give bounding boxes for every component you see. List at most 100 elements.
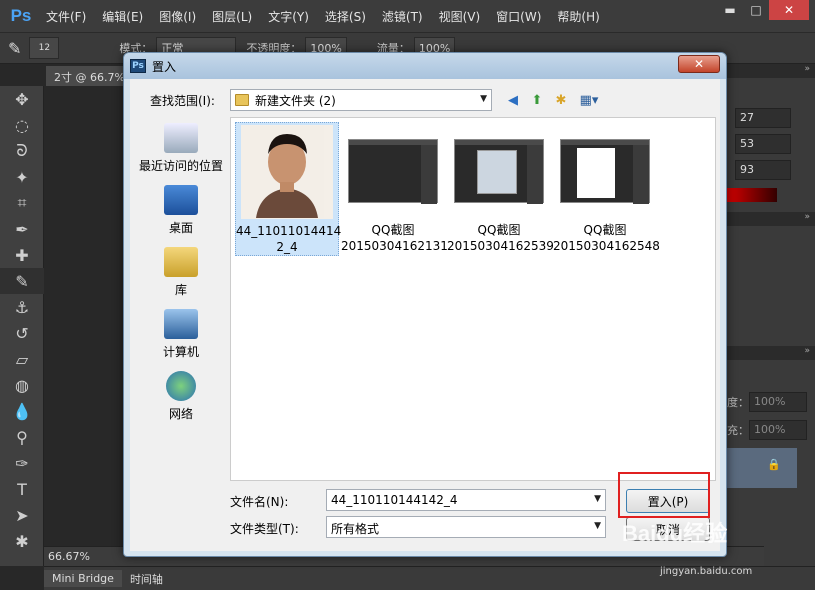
menu-help[interactable]: 帮助(H)	[549, 8, 607, 25]
tab-timeline[interactable]: 时间轴	[122, 569, 171, 589]
brush-tool-preset-icon[interactable]: ✎	[4, 37, 25, 59]
right-panels: » 27 53 93 » » 度： 100% 充： 100% 🔒	[724, 64, 815, 569]
layer-opacity-label: 度：	[727, 396, 749, 409]
place-desktop[interactable]: 桌面	[134, 185, 228, 236]
photoshop-logo: Ps	[10, 6, 32, 25]
filename-input[interactable]: 44_110110144142_4 ▼	[326, 489, 606, 511]
place-network[interactable]: 网络	[134, 371, 228, 422]
lasso-tool-icon[interactable]: ᘐ	[0, 138, 44, 164]
shape-tool-icon[interactable]: ✱	[0, 528, 44, 554]
panel-header: »	[725, 346, 815, 360]
menu-image[interactable]: 图像(I)	[151, 8, 204, 25]
filetype-select[interactable]: 所有格式 ▼	[326, 516, 606, 538]
place-libraries[interactable]: 库	[134, 247, 228, 298]
blur-tool-icon[interactable]: 💧	[0, 398, 44, 424]
color-ramp[interactable]	[725, 188, 777, 202]
file-name-line1: 44_11011014414	[236, 224, 342, 238]
move-tool-icon[interactable]: ✥	[0, 86, 44, 112]
path-selection-tool-icon[interactable]: ➤	[0, 502, 44, 528]
pen-tool-icon[interactable]: ✑	[0, 450, 44, 476]
file-name-line2: 20150304162539	[447, 239, 554, 253]
screenshot-thumbnail	[559, 124, 651, 218]
look-in-select[interactable]: 新建文件夹 (2) ▼	[230, 89, 492, 111]
new-folder-icon[interactable]: ✱	[552, 91, 570, 109]
back-icon[interactable]: ◀	[504, 91, 522, 109]
panel-header: »	[725, 212, 815, 226]
dialog-titlebar: Ps 置入	[124, 53, 726, 79]
baidu-watermark: Baidu经验	[622, 521, 728, 546]
brush-size-value: 12	[38, 43, 51, 53]
look-in-label: 查找范围(I):	[150, 94, 215, 108]
menu-select[interactable]: 选择(S)	[317, 8, 374, 25]
menu-window[interactable]: 窗口(W)	[488, 8, 549, 25]
filename-value: 44_110110144142_4	[331, 493, 458, 507]
dodge-tool-icon[interactable]: ⚲	[0, 424, 44, 450]
filename-label: 文件名(N):	[230, 495, 289, 509]
magic-wand-tool-icon[interactable]: ✦	[0, 164, 44, 190]
dialog-close-button[interactable]: ✕	[678, 55, 720, 73]
desktop-icon	[164, 185, 198, 215]
restore-button[interactable]: □	[743, 0, 769, 20]
menu-file[interactable]: 文件(F)	[38, 8, 94, 25]
place-label: 桌面	[168, 221, 193, 235]
place-label: 计算机	[162, 345, 199, 359]
chevron-down-icon: ▼	[480, 94, 487, 104]
place-computer[interactable]: 计算机	[134, 309, 228, 360]
brush-size-picker[interactable]: 12	[29, 37, 60, 59]
menu-layer[interactable]: 图层(L)	[204, 8, 260, 25]
file-name-line2: 2_4	[276, 240, 298, 254]
file-item[interactable]: 44_11011014414 2_4	[235, 122, 342, 256]
stamp-tool-icon[interactable]: ⚓	[0, 294, 44, 320]
file-list: 44_11011014414 2_4 QQ截图 20150304162131 Q…	[230, 117, 716, 481]
place-recent[interactable]: 最近访问的位置	[134, 123, 228, 174]
crop-tool-icon[interactable]: ⌗	[0, 190, 44, 216]
paint-bucket-tool-icon[interactable]: ◍	[0, 372, 44, 398]
tab-mini-bridge[interactable]: Mini Bridge	[44, 570, 122, 587]
type-tool-icon[interactable]: T	[0, 476, 44, 502]
annotation-highlight-box	[618, 472, 710, 518]
menu-type[interactable]: 文字(Y)	[260, 8, 317, 25]
baidu-watermark-url: jingyan.baidu.com	[660, 566, 753, 577]
place-label: 最近访问的位置	[138, 159, 223, 173]
color-field-3[interactable]: 93	[735, 160, 791, 180]
place-label: 库	[174, 283, 187, 297]
marquee-tool-icon[interactable]: ◌	[0, 112, 44, 138]
layer-opacity-input[interactable]: 100%	[749, 392, 807, 412]
file-item[interactable]: QQ截图 20150304162548	[553, 122, 660, 254]
libraries-icon	[164, 247, 198, 277]
screenshot-thumbnail	[453, 124, 545, 218]
zoom-level[interactable]: 66.67%	[48, 550, 90, 563]
network-icon	[166, 371, 196, 401]
up-folder-icon[interactable]: ⬆	[528, 91, 546, 109]
minimize-button[interactable]: ▬	[717, 0, 743, 20]
look-in-value: 新建文件夹 (2)	[255, 93, 336, 108]
layer-fill-input[interactable]: 100%	[749, 420, 807, 440]
healing-brush-tool-icon[interactable]: ✚	[0, 242, 44, 268]
eraser-tool-icon[interactable]: ▱	[0, 346, 44, 372]
eyedropper-tool-icon[interactable]: ✒	[0, 216, 44, 242]
layer-fill-label: 充：	[727, 424, 749, 437]
color-field-1[interactable]: 27	[735, 108, 791, 128]
panel-collapse-icon[interactable]: »	[725, 64, 815, 78]
menu-edit[interactable]: 编辑(E)	[94, 8, 151, 25]
file-name-line2: 20150304162131	[341, 239, 448, 253]
layer-row[interactable]: 🔒	[725, 448, 797, 488]
chevron-down-icon: ▼	[594, 494, 601, 504]
photo-thumbnail	[241, 125, 333, 219]
file-item[interactable]: QQ截图 20150304162539	[447, 122, 554, 254]
view-menu-icon[interactable]: ▦▾	[576, 91, 602, 109]
menu-filter[interactable]: 滤镜(T)	[374, 8, 431, 25]
filetype-value: 所有格式	[331, 522, 380, 536]
computer-icon	[164, 309, 198, 339]
brush-tool-icon[interactable]: ✎	[0, 268, 44, 294]
chevron-down-icon: ▼	[594, 521, 601, 531]
file-item[interactable]: QQ截图 20150304162131	[341, 122, 448, 254]
dialog-title: 置入	[152, 59, 177, 74]
file-name-line1: QQ截图	[583, 223, 627, 237]
color-field-2[interactable]: 53	[735, 134, 791, 154]
menu-view[interactable]: 视图(V)	[431, 8, 489, 25]
close-button[interactable]: ✕	[769, 0, 809, 20]
recent-places-icon	[164, 123, 198, 153]
history-brush-tool-icon[interactable]: ↺	[0, 320, 44, 346]
file-name-line1: QQ截图	[477, 223, 521, 237]
